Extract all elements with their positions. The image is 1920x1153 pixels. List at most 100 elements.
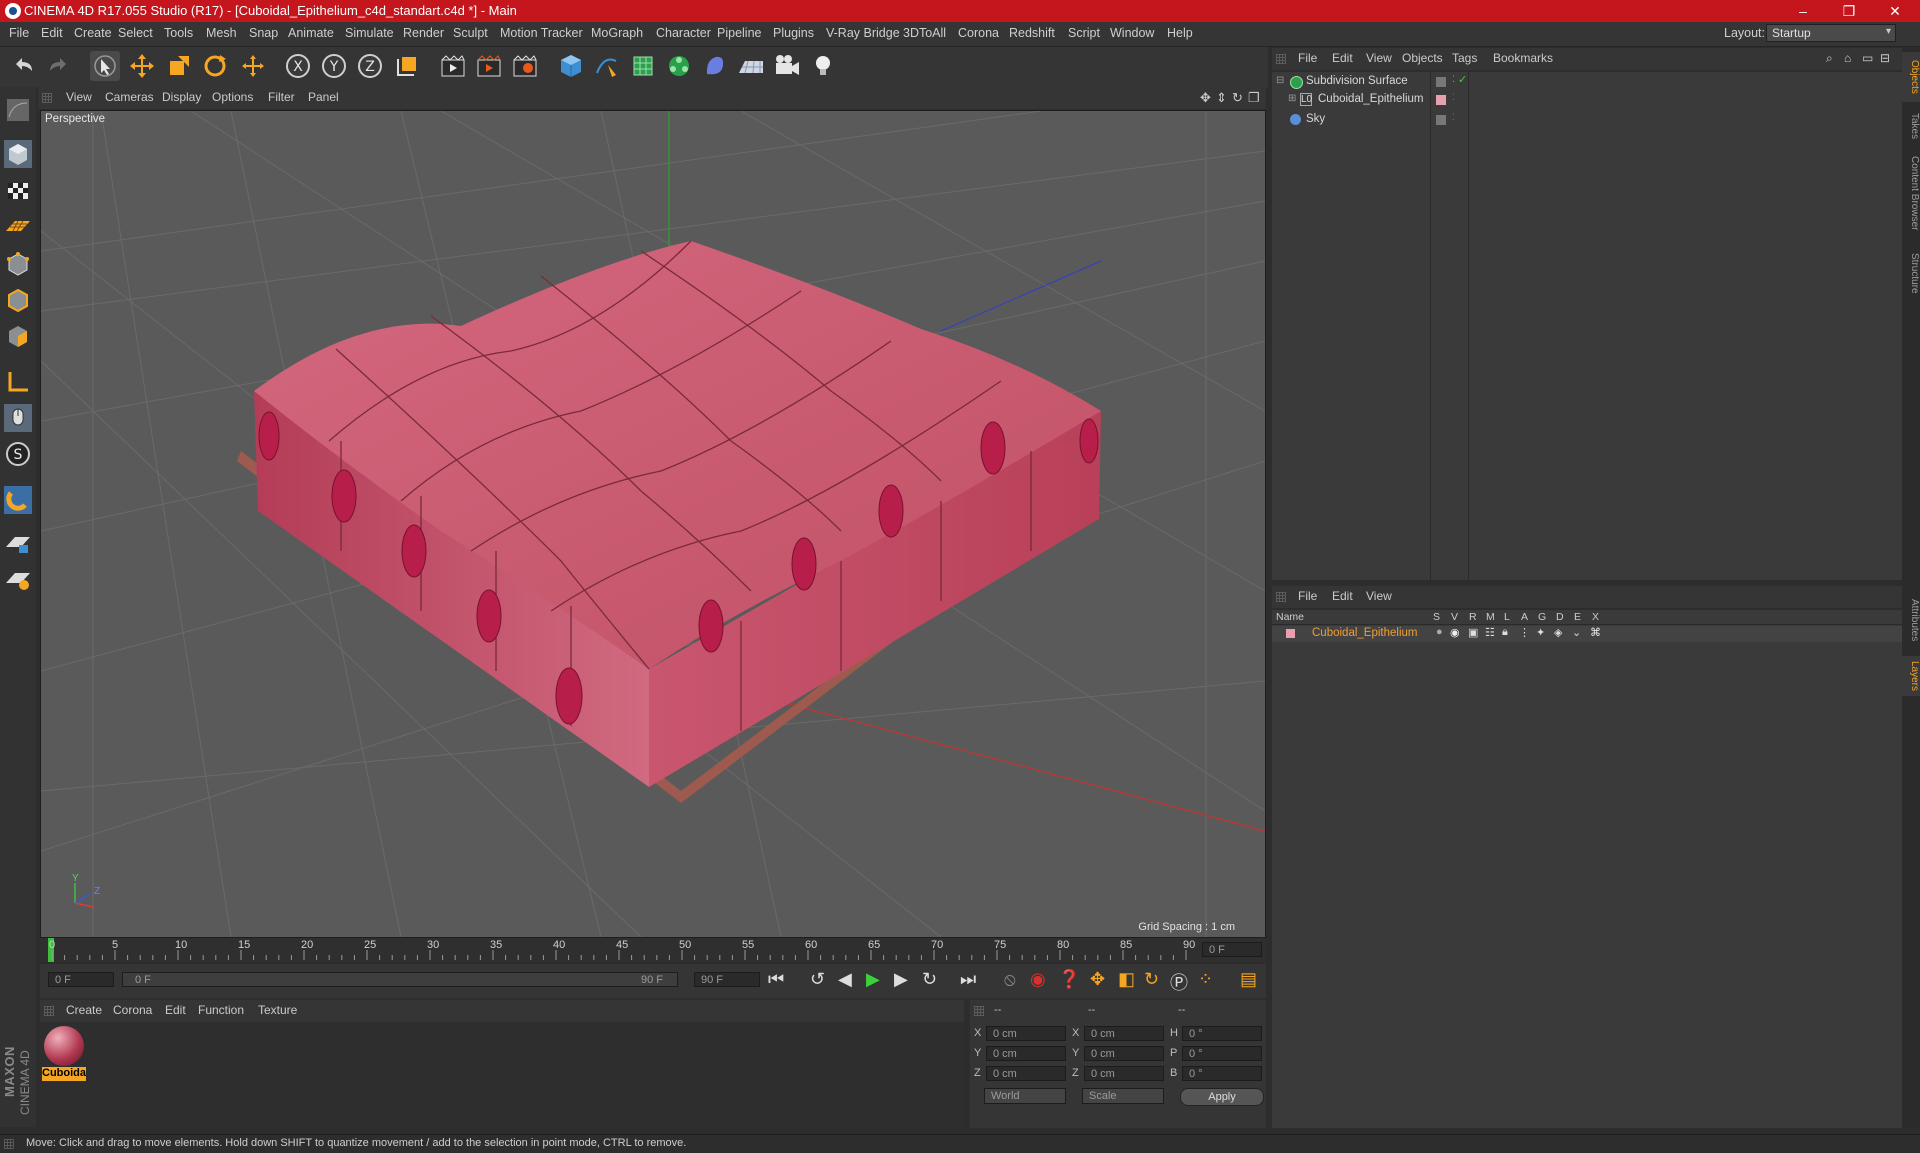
- material-menu-texture[interactable]: Texture: [258, 1003, 297, 1017]
- tweak-mode-button[interactable]: [3, 403, 33, 433]
- cloner-button[interactable]: [664, 51, 694, 81]
- col-manager[interactable]: M: [1486, 611, 1495, 623]
- material-menu-function[interactable]: Function: [198, 1003, 244, 1017]
- collapse-toggle-icon[interactable]: ⊟: [1276, 75, 1284, 86]
- viewport-zoom-icon[interactable]: ⇕: [1216, 90, 1227, 106]
- object-row[interactable]: Sky ⁚: [1272, 112, 1902, 130]
- menu-tools[interactable]: Tools: [164, 26, 193, 40]
- viewport-menu-panel[interactable]: Panel: [308, 90, 339, 104]
- viewport-maximize-icon[interactable]: ❐: [1248, 90, 1260, 106]
- menu-corona[interactable]: Corona: [958, 26, 999, 40]
- size-mode-dropdown[interactable]: Scale: [1082, 1088, 1164, 1104]
- model-mode-button[interactable]: [3, 139, 33, 169]
- auto-keying-icon[interactable]: ◉: [1030, 969, 1046, 990]
- panel-grip-icon[interactable]: [44, 1006, 54, 1016]
- viewport-move-icon[interactable]: ✥: [1200, 90, 1211, 106]
- menu-script[interactable]: Script: [1068, 26, 1100, 40]
- edges-mode-button[interactable]: [3, 285, 33, 315]
- render-view-button[interactable]: [438, 51, 468, 81]
- redo-button[interactable]: [44, 51, 74, 81]
- menu-snap[interactable]: Snap: [249, 26, 278, 40]
- rotate-tool-button[interactable]: [200, 51, 230, 81]
- timeline-ruler[interactable]: 0 5 10 15 20 25 30 35 40 45 50 55 60 65 70 75 80 85 90 0 F: [40, 938, 1266, 962]
- size-y-field[interactable]: 0 cm: [1084, 1046, 1164, 1061]
- previous-key-icon[interactable]: ↺: [810, 969, 825, 990]
- minimize-button[interactable]: –: [1780, 0, 1826, 22]
- tab-takes[interactable]: Takes: [1902, 106, 1920, 146]
- polygons-mode-button[interactable]: [3, 321, 33, 351]
- tab-layers[interactable]: Layers: [1902, 656, 1920, 696]
- scale-key-icon[interactable]: ◧: [1118, 969, 1135, 990]
- viewport-menu-display[interactable]: Display: [162, 90, 201, 104]
- planar-workplane-button[interactable]: [3, 563, 33, 593]
- position-key-icon[interactable]: ✥: [1090, 969, 1105, 990]
- animation-icon[interactable]: ⋮: [1519, 626, 1530, 639]
- menu-render[interactable]: Render: [403, 26, 444, 40]
- camera-button[interactable]: [772, 51, 802, 81]
- timeline-window-icon[interactable]: ▤: [1240, 969, 1257, 990]
- position-y-field[interactable]: 0 cm: [986, 1046, 1066, 1061]
- visibility-dots-icon[interactable]: ⁚: [1452, 112, 1455, 123]
- home-icon[interactable]: ⌂: [1844, 51, 1851, 65]
- viewport-menu-cameras[interactable]: Cameras: [105, 90, 154, 104]
- menu-sculpt[interactable]: Sculpt: [453, 26, 488, 40]
- current-frame-field[interactable]: 0 F: [1202, 942, 1262, 957]
- step-back-icon[interactable]: ◀: [838, 969, 852, 990]
- object-row[interactable]: ⊟ Subdivision Surface ⁚ ✓: [1272, 74, 1902, 92]
- enabled-check-icon[interactable]: ✓: [1458, 73, 1467, 86]
- position-x-field[interactable]: 0 cm: [986, 1026, 1066, 1041]
- render-settings-button[interactable]: [510, 51, 540, 81]
- subdivision-surface-button[interactable]: [628, 51, 658, 81]
- objects-menu-file[interactable]: File: [1298, 51, 1317, 65]
- object-name[interactable]: Cuboidal_Epithelium: [1318, 93, 1423, 105]
- col-name[interactable]: Name: [1276, 611, 1304, 623]
- make-editable-button[interactable]: [3, 95, 33, 125]
- parameter-key-icon[interactable]: Ⓟ: [1170, 969, 1188, 995]
- menu-vray-bridge[interactable]: V-Ray Bridge: [826, 26, 900, 40]
- tab-content-browser[interactable]: Content Browser: [1902, 148, 1920, 238]
- material-menu-create[interactable]: Create: [66, 1003, 102, 1017]
- step-forward-icon[interactable]: ▶: [894, 969, 908, 990]
- col-generators[interactable]: G: [1538, 611, 1546, 623]
- panel-grip-icon[interactable]: [1276, 54, 1286, 64]
- generator-icon[interactable]: ✦: [1536, 626, 1545, 639]
- expression-icon[interactable]: ⌄: [1572, 626, 1581, 639]
- panel-grip-icon[interactable]: [4, 1139, 14, 1149]
- menu-edit[interactable]: Edit: [41, 26, 63, 40]
- object-row[interactable]: ⊞ L0 Cuboidal_Epithelium ⁚: [1272, 92, 1902, 110]
- menu-animate[interactable]: Animate: [288, 26, 334, 40]
- col-solo[interactable]: S: [1433, 611, 1440, 623]
- menu-mesh[interactable]: Mesh: [206, 26, 237, 40]
- material-swatch[interactable]: Cuboidal: [42, 1024, 86, 1081]
- viewport-rotate-icon[interactable]: ↻: [1232, 90, 1243, 106]
- layer-row[interactable]: Cuboidal_Epithelium ● ◉ ▣ ☷ 🔒︎ ⋮ ✦ ◈ ⌄ ⌘: [1272, 626, 1902, 642]
- tab-attributes[interactable]: Attributes: [1902, 588, 1920, 653]
- material-menu-edit[interactable]: Edit: [165, 1003, 186, 1017]
- objects-menu-bookmarks[interactable]: Bookmarks: [1493, 51, 1553, 65]
- menu-help[interactable]: Help: [1167, 26, 1193, 40]
- layers-menu-view[interactable]: View: [1366, 589, 1392, 603]
- menu-motion-tracker[interactable]: Motion Tracker: [500, 26, 583, 40]
- tab-structure[interactable]: Structure: [1902, 243, 1920, 303]
- menu-plugins[interactable]: Plugins: [773, 26, 814, 40]
- layer-name[interactable]: Cuboidal_Epithelium: [1312, 627, 1417, 639]
- col-locked[interactable]: L: [1504, 611, 1510, 623]
- coordinate-system-button[interactable]: [392, 51, 422, 81]
- deformer-icon[interactable]: ◈: [1554, 626, 1562, 639]
- recent-tool-button[interactable]: [238, 51, 268, 81]
- objects-menu-edit[interactable]: Edit: [1332, 51, 1353, 65]
- start-frame-field[interactable]: 0 F: [48, 972, 114, 987]
- menu-simulate[interactable]: Simulate: [345, 26, 394, 40]
- next-key-icon[interactable]: ↻: [922, 969, 937, 990]
- new-view-icon[interactable]: ▭: [1862, 51, 1873, 65]
- pla-key-icon[interactable]: ⁘: [1198, 969, 1213, 990]
- menu-pipeline[interactable]: Pipeline: [717, 26, 761, 40]
- light-button[interactable]: [808, 51, 838, 81]
- x-axis-lock-button[interactable]: X: [283, 51, 313, 81]
- lock-icon[interactable]: 🔒︎: [1502, 626, 1508, 639]
- size-x-field[interactable]: 0 cm: [1084, 1026, 1164, 1041]
- menu-character[interactable]: Character: [656, 26, 711, 40]
- menu-file[interactable]: File: [9, 26, 29, 40]
- collapse-icon[interactable]: ⊟: [1880, 51, 1890, 65]
- col-xref[interactable]: X: [1592, 611, 1599, 623]
